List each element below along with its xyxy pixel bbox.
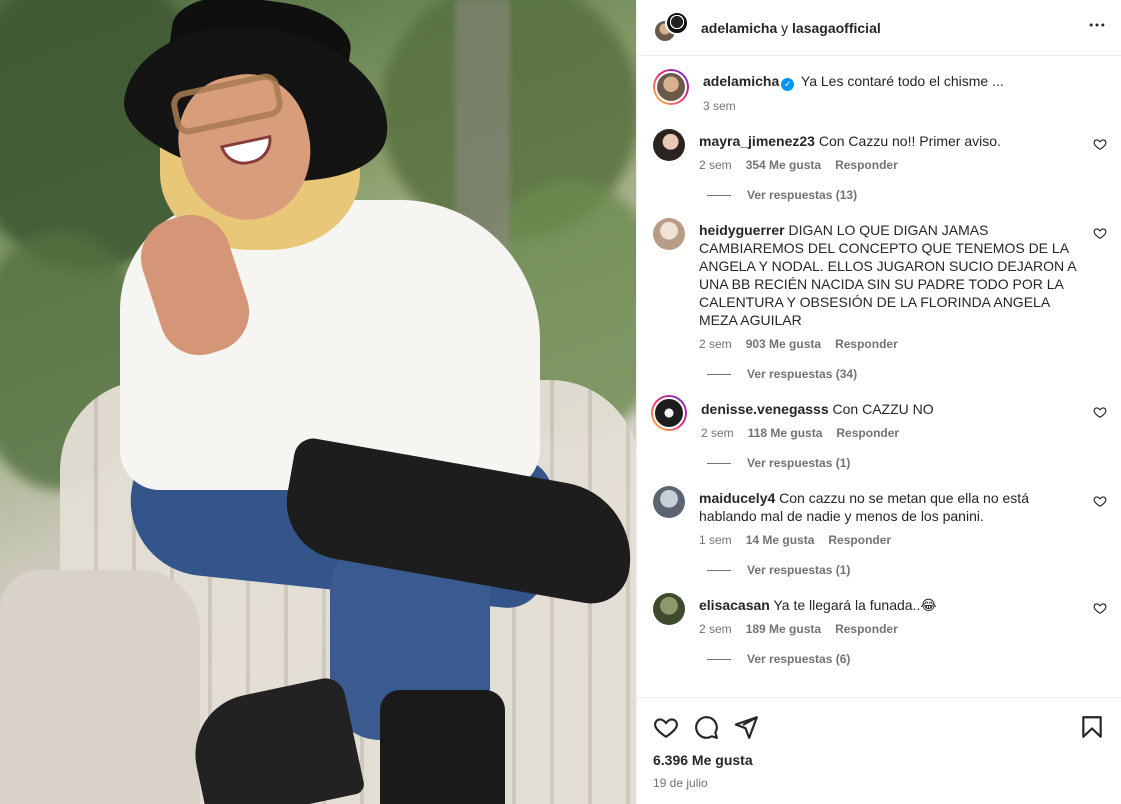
comment-likes[interactable]: 354 Me gusta	[746, 158, 821, 172]
post-actions: 6.396 Me gusta 19 de julio	[637, 697, 1121, 790]
heart-icon[interactable]	[1093, 226, 1107, 240]
authors-separator: y	[777, 19, 793, 36]
bookmark-icon[interactable]	[1079, 714, 1105, 740]
comments-scroll-area[interactable]: adelamicha ✓ Ya Les contaré todo el chism…	[637, 57, 1121, 697]
replies-divider	[707, 462, 731, 464]
post-date[interactable]: 19 de julio	[653, 776, 1105, 790]
comment-likes[interactable]: 14 Me gusta	[746, 533, 815, 547]
post-authors: adelamicha y lasagaofficial	[701, 20, 881, 36]
reply-button[interactable]: Responder	[828, 533, 891, 547]
view-replies-label: Ver respuestas (1)	[747, 563, 851, 577]
collab-avatars[interactable]	[653, 10, 689, 45]
view-replies-label: Ver respuestas (13)	[747, 188, 858, 202]
replies-divider	[707, 569, 731, 571]
avatar[interactable]	[665, 10, 689, 35]
view-replies-label: Ver respuestas (6)	[747, 652, 851, 666]
view-replies-button[interactable]: Ver respuestas (13)	[707, 188, 1121, 202]
post-caption: adelamicha ✓ Ya Les contaré todo el chism…	[637, 57, 1121, 113]
caption-text: Ya Les contaré todo el chisme ...	[800, 73, 1004, 89]
view-replies-label: Ver respuestas (34)	[747, 367, 858, 381]
reply-button[interactable]: Responder	[835, 337, 898, 351]
author-username[interactable]: lasagaofficial	[792, 20, 881, 36]
post-side-panel: adelamicha y lasagaofficial adelamicha ✓ …	[636, 0, 1121, 804]
comment-time[interactable]: 2 sem	[699, 158, 732, 172]
comment-username[interactable]: heidyguerrer	[699, 222, 785, 238]
share-icon[interactable]	[733, 714, 759, 740]
likes-count[interactable]: 6.396 Me gusta	[653, 752, 1105, 768]
comment-text: Con Cazzu no!! Primer aviso.	[818, 133, 1001, 149]
comment-time[interactable]: 2 sem	[699, 337, 732, 351]
more-horizontal-icon[interactable]	[1087, 15, 1107, 40]
post-image[interactable]	[0, 0, 636, 804]
comment-likes[interactable]: 118 Me gusta	[748, 426, 823, 440]
comment-username[interactable]: mayra_jimenez23	[699, 133, 815, 149]
comment-username[interactable]: maiducely4	[699, 490, 775, 506]
story-ring[interactable]	[653, 69, 689, 105]
replies-divider	[707, 658, 731, 660]
comment-username[interactable]: elisacasan	[699, 597, 770, 613]
comment-icon[interactable]	[693, 714, 719, 740]
reply-button[interactable]: Responder	[835, 622, 898, 636]
post-header: adelamicha y lasagaofficial	[637, 0, 1121, 56]
view-replies-button[interactable]: Ver respuestas (1)	[707, 456, 1121, 470]
avatar[interactable]	[655, 71, 687, 103]
comment-time[interactable]: 2 sem	[699, 622, 732, 636]
replies-divider	[707, 373, 731, 375]
view-replies-button[interactable]: Ver respuestas (34)	[707, 367, 1121, 381]
comment-item: denisse.venegasss Con CAZZU NO 2 sem 118…	[637, 381, 1121, 440]
reply-button[interactable]: Responder	[835, 158, 898, 172]
avatar[interactable]	[653, 486, 685, 518]
comment-item: elisacasan Ya te llegará la funada..😂 2 …	[637, 577, 1121, 636]
comment-time[interactable]: 1 sem	[699, 533, 732, 547]
story-ring[interactable]	[651, 395, 687, 431]
caption-time[interactable]: 3 sem	[703, 99, 736, 113]
comment-item: heidyguerrer DIGAN LO QUE DIGAN JAMAS CA…	[637, 202, 1121, 351]
heart-icon[interactable]	[1093, 137, 1107, 151]
comment-item: mayra_jimenez23 Con Cazzu no!! Primer av…	[637, 113, 1121, 172]
heart-icon[interactable]	[653, 714, 679, 740]
avatar[interactable]	[653, 218, 685, 250]
cowboy-boot	[380, 690, 505, 804]
heart-icon[interactable]	[1093, 494, 1107, 508]
comment-text: Ya te llegará la funada..😂	[773, 597, 937, 613]
comment-likes[interactable]: 903 Me gusta	[746, 337, 821, 351]
comment-item: maiducely4 Con cazzu no se metan que ell…	[637, 470, 1121, 547]
comment-time[interactable]: 2 sem	[701, 426, 734, 440]
comment-username[interactable]: denisse.venegasss	[701, 401, 829, 417]
view-replies-button[interactable]: Ver respuestas (1)	[707, 563, 1121, 577]
caption-username[interactable]: adelamicha	[703, 73, 779, 89]
view-replies-button[interactable]: Ver respuestas (6)	[707, 652, 1121, 666]
comment-text: Con CAZZU NO	[832, 401, 934, 417]
author-username[interactable]: adelamicha	[701, 20, 777, 36]
replies-divider	[707, 194, 731, 196]
avatar[interactable]	[653, 129, 685, 161]
heart-icon[interactable]	[1093, 405, 1107, 419]
view-replies-label: Ver respuestas (1)	[747, 456, 851, 470]
comment-likes[interactable]: 189 Me gusta	[746, 622, 821, 636]
heart-icon[interactable]	[1093, 601, 1107, 615]
reply-button[interactable]: Responder	[836, 426, 899, 440]
verified-badge-icon: ✓	[781, 78, 795, 91]
avatar[interactable]	[653, 593, 685, 625]
avatar[interactable]	[653, 397, 685, 429]
armchair-arm	[0, 570, 200, 804]
